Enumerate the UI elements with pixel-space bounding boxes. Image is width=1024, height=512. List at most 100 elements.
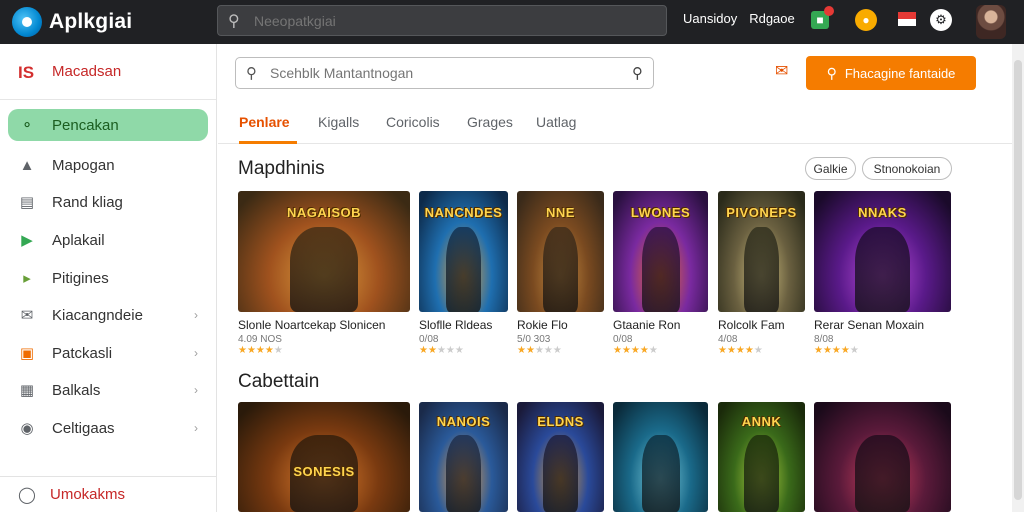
- character-art: [641, 435, 680, 512]
- game-meta: 4/08: [718, 334, 738, 345]
- settings-icon[interactable]: ⚙: [930, 9, 952, 31]
- game-meta: 5/0 303: [517, 334, 551, 345]
- message-icon[interactable]: ✉: [775, 61, 795, 81]
- top-link-2[interactable]: Rdgaoe: [749, 11, 795, 26]
- game-title[interactable]: Sloflle Rldeas: [419, 318, 508, 332]
- search-icon: ⚲: [228, 12, 240, 30]
- rating-stars: ★★★★★: [517, 345, 562, 356]
- game-thumbnail[interactable]: NANCNDES: [419, 191, 508, 312]
- filter-chip[interactable]: Galkie: [805, 157, 856, 180]
- game-meta: 4.09 NOS: [238, 334, 282, 345]
- tab-coricolis[interactable]: Coricolis: [386, 114, 440, 130]
- game-card[interactable]: LWONES Gtaanie Ron 0/08 ★★★★★: [613, 191, 708, 356]
- sidebar-item-balkals[interactable]: ▦ Balkals ›: [8, 374, 208, 406]
- character-art: [855, 227, 910, 312]
- game-thumbnail[interactable]: NNAKS: [814, 191, 951, 312]
- game-card[interactable]: SONESIS: [238, 402, 410, 512]
- tab-grages[interactable]: Grages: [467, 114, 513, 130]
- search-submit-icon[interactable]: ⚲: [632, 64, 643, 82]
- sidebar-item-celtigaas[interactable]: ◉ Celtigaas ›: [8, 412, 208, 444]
- sidebar-item-label: Pitigines: [52, 269, 109, 287]
- top-search-input[interactable]: [254, 12, 654, 29]
- game-art-title: SONESIS: [293, 464, 355, 479]
- game-title[interactable]: Slonle Noartcekap Slonicen: [238, 318, 410, 332]
- game-art-title: NANOIS: [436, 414, 491, 429]
- sidebar-item-label: Pencakan: [52, 116, 119, 134]
- game-card[interactable]: NAGAISOB Slonle Noartcekap Slonicen 4.09 N…: [238, 191, 410, 356]
- game-art-title: LWONES: [630, 205, 691, 220]
- sidebar-item-label: Mapogan: [52, 156, 115, 174]
- game-card[interactable]: NNAKS Rerar Senan Moxain 8/08 ★★★★★: [814, 191, 951, 356]
- sidebar-footer[interactable]: ◯ Umokakms: [0, 476, 217, 512]
- main-search-input[interactable]: [270, 65, 620, 81]
- game-card[interactable]: [613, 402, 708, 512]
- top-links: Uansidoy Rdgaoe: [683, 11, 795, 26]
- document-icon: ▤: [19, 194, 35, 211]
- game-card[interactable]: ANNK: [718, 402, 805, 512]
- sidebar-item-pencakan[interactable]: ⚬ Pencakan: [8, 109, 208, 141]
- game-art-title: NNE: [546, 205, 575, 220]
- game-thumbnail[interactable]: NAGAISOB: [238, 191, 410, 312]
- brand-icon: ІЅ: [18, 62, 35, 82]
- character-art: [543, 435, 578, 512]
- sidebar-footer-label: Umokakms: [50, 486, 126, 503]
- tab-uatlag[interactable]: Uatlag: [536, 114, 576, 130]
- game-art-title: ANNK: [741, 414, 782, 429]
- game-thumbnail[interactable]: NNE: [517, 191, 604, 312]
- top-link-1[interactable]: Uansidoy: [683, 11, 737, 26]
- tag-icon: ▸: [23, 270, 31, 287]
- game-art-title: PIVONEPS: [726, 205, 797, 220]
- game-card[interactable]: NANOIS: [419, 402, 508, 512]
- location-icon: ◉: [20, 420, 34, 437]
- coin-icon[interactable]: ●: [855, 9, 877, 31]
- game-thumbnail[interactable]: ANNK: [718, 402, 805, 512]
- avatar[interactable]: [976, 5, 1006, 39]
- filter-chip[interactable]: Stnonokoian: [862, 157, 952, 180]
- app-logo[interactable]: Aplkgiai: [12, 7, 132, 37]
- game-card[interactable]: NANCNDES Sloflle Rldeas 0/08 ★★★★★: [419, 191, 508, 356]
- tab-kigalls[interactable]: Kigalls: [318, 114, 359, 130]
- sidebar-item-pitigines[interactable]: ▸ Pitigines: [8, 262, 208, 294]
- game-title[interactable]: Rolcolk Fam: [718, 318, 805, 332]
- play-icon: ▶: [21, 232, 33, 249]
- flag-icon[interactable]: [898, 12, 916, 26]
- main-search-bar[interactable]: ⚲ ⚲: [235, 57, 654, 89]
- top-search-bar[interactable]: ⚲: [217, 5, 667, 36]
- sidebar-header-label: Macadsan: [52, 63, 122, 80]
- game-thumbnail[interactable]: LWONES: [613, 191, 708, 312]
- game-card[interactable]: [814, 402, 951, 512]
- sidebar-item-label: Aplakail: [52, 231, 105, 249]
- sidebar-item-aplakail[interactable]: ▶ Aplakail: [8, 224, 208, 256]
- rating-stars: ★★★★★: [718, 345, 763, 356]
- section-title: Mapdhinis: [238, 158, 325, 179]
- game-thumbnail[interactable]: [814, 402, 951, 512]
- game-title[interactable]: Rerar Senan Moxain: [814, 318, 951, 332]
- game-title[interactable]: Rokie Flo: [517, 318, 604, 332]
- game-thumbnail[interactable]: [613, 402, 708, 512]
- search-icon: ⚲: [246, 65, 257, 82]
- sidebar-item-rand-kliag[interactable]: ▤ Rand kliag: [8, 186, 208, 218]
- sidebar-item-kiacangndeie[interactable]: ✉ Kiacangndeie ›: [8, 299, 208, 331]
- game-thumbnail[interactable]: PIVONEPS: [718, 191, 805, 312]
- sidebar-item-patckasli[interactable]: ▣ Patckasli ›: [8, 337, 208, 369]
- cta-button[interactable]: ⚲ Fhacagine fantaide: [806, 56, 976, 90]
- store-icon[interactable]: ■: [811, 6, 834, 29]
- game-card[interactable]: ELDNS: [517, 402, 604, 512]
- game-thumbnail[interactable]: SONESIS: [238, 402, 410, 512]
- character-art: [744, 227, 779, 312]
- game-title[interactable]: Gtaanie Ron: [613, 318, 708, 332]
- tab-penlare[interactable]: Penlare: [239, 114, 290, 130]
- sidebar-header[interactable]: ІЅ Macadsan: [0, 44, 216, 100]
- game-thumbnail[interactable]: NANOIS: [419, 402, 508, 512]
- game-thumbnail[interactable]: ELDNS: [517, 402, 604, 512]
- scrollbar[interactable]: [1012, 44, 1024, 512]
- rating-stars: ★★★★★: [238, 345, 283, 356]
- scrollbar-thumb[interactable]: [1014, 60, 1022, 500]
- game-card[interactable]: PIVONEPS Rolcolk Fam 4/08 ★★★★★: [718, 191, 805, 356]
- sidebar-item-mapogan[interactable]: ▲ Mapogan: [8, 149, 208, 181]
- game-meta: 0/08: [613, 334, 633, 345]
- notification-badge: [824, 6, 834, 16]
- sidebar-item-label: Balkals: [52, 381, 101, 399]
- mail-icon: ✉: [20, 307, 34, 324]
- game-card[interactable]: NNE Rokie Flo 5/0 303 ★★★★★: [517, 191, 604, 356]
